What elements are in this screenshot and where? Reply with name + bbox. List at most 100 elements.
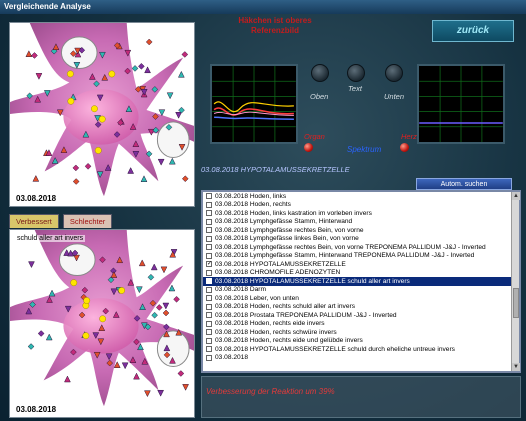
list-item-checkbox[interactable] — [206, 312, 212, 319]
list-item[interactable]: 03.08.2018 CHROMOFILE ADENOZYTEN — [203, 269, 513, 278]
oben-label: Oben — [310, 92, 329, 101]
list-item-checkbox[interactable] — [206, 269, 212, 276]
list-scrollbar[interactable]: ▲ ▼ — [511, 192, 520, 371]
list-item[interactable]: 03.08.2018 HYPOTALAMUSSEKRETZELLE schuld… — [203, 277, 513, 286]
oscilloscope-left — [210, 64, 298, 144]
cell-markers-top — [25, 38, 189, 185]
list-item-checkbox[interactable] — [206, 320, 212, 327]
oben-knob[interactable] — [311, 64, 329, 82]
bottom-image-date: 03.08.2018 — [16, 405, 57, 414]
hint-line-2: Referenzbild — [250, 26, 299, 35]
list-item[interactable]: 03.08.2018 Lymphgefässe Stamm, Hinterwan… — [203, 218, 513, 227]
herz-indicator-icon — [400, 143, 409, 152]
main-canvas: 03.08.2018 Verbessert Schlechter schuld … — [0, 14, 526, 421]
list-item[interactable]: 03.08.2018 Hoden, rechts schuld aller ar… — [203, 303, 513, 312]
reference-image-panel[interactable]: 03.08.2018 — [9, 22, 195, 207]
list-item-label: 03.08.2018 Hoden, rechts — [215, 201, 291, 209]
selected-item-label: 03.08.2018 HYPOTALAMUSSEKRETZELLE — [201, 165, 350, 174]
list-item-label: 03.08.2018 Lymphgefässe linkes Bein, von… — [215, 235, 359, 243]
list-item[interactable]: 03.08.2018 Hoden, rechts schwüre invers — [203, 328, 513, 337]
text-label: Text — [348, 84, 362, 93]
list-item-label: 03.08.2018 Darm — [215, 286, 266, 294]
organ-label: Organ — [304, 132, 325, 141]
list-item-checkbox[interactable] — [206, 227, 212, 234]
tab-verbessert[interactable]: Verbessert — [9, 214, 59, 228]
list-item-checkbox[interactable] — [206, 329, 212, 336]
list-item-checkbox[interactable] — [206, 201, 212, 208]
unten-label: Unten — [384, 92, 405, 101]
scroll-down-icon[interactable]: ▼ — [512, 363, 520, 371]
list-item-checkbox[interactable] — [206, 244, 212, 251]
list-item-label: 03.08.2018 Lymphgefässe Stamm, Hinterwan… — [215, 218, 353, 226]
list-item-label: 03.08.2018 Lymphgefässe rechtes Bein, vo… — [215, 243, 486, 251]
list-item-label: 03.08.2018 Hoden, links — [215, 192, 287, 200]
spektrum-label: Spektrum — [347, 145, 382, 154]
list-item-label: 03.08.2018 Lymphgefässe rechtes Bein, vo… — [215, 226, 364, 234]
analysis-list[interactable]: 03.08.2018 Hoden, links 03.08.2018 Hoden,… — [201, 190, 521, 373]
top-image-date: 03.08.2018 — [16, 194, 57, 203]
cell-markers-bottom — [25, 249, 189, 398]
organ-indicator-icon — [304, 143, 313, 152]
scroll-up-icon[interactable]: ▲ — [512, 192, 520, 200]
list-item-checkbox[interactable] — [206, 210, 212, 217]
list-item-label: 03.08.2018 HYPOTALAMUSSEKRETZELLE schuld… — [215, 345, 455, 353]
list-item-checkbox[interactable] — [206, 354, 212, 361]
window-title: Vergleichende Analyse — [0, 0, 526, 14]
list-item[interactable]: 03.08.2018 Prostata TREPONEMA PALLIDUM -… — [203, 311, 513, 320]
list-item[interactable]: 03.08.2018 Hoden, rechts — [203, 201, 513, 210]
list-item-checkbox[interactable]: ✓ — [206, 261, 212, 268]
result-text: Verbesserung der Reaktion um 39% — [206, 387, 335, 396]
list-item-checkbox[interactable] — [206, 278, 212, 285]
list-item-checkbox[interactable] — [206, 346, 212, 353]
list-item[interactable]: 03.08.2018 Hoden, rechts eide und gelübd… — [203, 337, 513, 346]
unten-knob[interactable] — [385, 64, 403, 82]
list-item[interactable]: 03.08.2018 Darm — [203, 286, 513, 295]
reference-hint: Häkchen ist oberes Referenzbild — [210, 16, 340, 36]
list-item[interactable]: 03.08.2018 Lymphgefässe rechtes Bein, vo… — [203, 243, 513, 252]
list-item-checkbox[interactable] — [206, 303, 212, 310]
oscilloscope-right — [417, 64, 505, 144]
list-item-checkbox[interactable] — [206, 286, 212, 293]
analysis-list-body: 03.08.2018 Hoden, links 03.08.2018 Hoden,… — [203, 192, 513, 371]
back-button[interactable]: zurück — [432, 20, 514, 42]
list-item-checkbox[interactable] — [206, 193, 212, 200]
list-item-label: 03.08.2018 Prostata TREPONEMA PALLIDUM -… — [215, 311, 397, 319]
comparison-image-panel[interactable]: schuld aller art invers 03.08.2018 — [9, 229, 195, 418]
herz-label: Herz — [401, 132, 417, 141]
oscilloscope-right-display — [419, 66, 503, 142]
list-item-label: 03.08.2018 Hoden, links kastration im vo… — [215, 209, 372, 217]
result-box: Verbesserung der Reaktion um 39% — [201, 376, 521, 418]
list-item[interactable]: 03.08.2018 Hoden, rechts eide invers — [203, 320, 513, 329]
auto-search-button[interactable]: Autom. suchen — [416, 178, 512, 190]
list-item[interactable]: 03.08.2018 Hoden, links kastration im vo… — [203, 209, 513, 218]
list-item[interactable]: 03.08.2018 Lymphgefässe rechtes Bein, vo… — [203, 226, 513, 235]
scroll-thumb[interactable] — [513, 288, 519, 318]
hint-line-1: Häkchen ist oberes — [238, 16, 312, 25]
list-item[interactable]: 03.08.2018 Hoden, links — [203, 192, 513, 201]
list-item[interactable]: ✓ 03.08.2018 HYPOTALAMUSSEKRETZELLE — [203, 260, 513, 269]
bottom-image-note: schuld aller art invers — [15, 235, 86, 242]
tab-schlechter[interactable]: Schlechter — [62, 214, 113, 228]
oscilloscope-left-display — [212, 66, 296, 142]
text-knob[interactable] — [347, 64, 365, 82]
list-item-checkbox[interactable] — [206, 295, 212, 302]
list-item[interactable]: 03.08.2018 — [203, 354, 513, 363]
list-item-label: 03.08.2018 Leber, von unten — [215, 294, 299, 302]
list-item-label: 03.08.2018 Hoden, rechts schwüre invers — [215, 328, 337, 336]
list-item-label: 03.08.2018 HYPOTALAMUSSEKRETZELLE schuld… — [215, 277, 410, 285]
list-item[interactable]: 03.08.2018 Lymphgefässe linkes Bein, von… — [203, 235, 513, 244]
list-item-label: 03.08.2018 Hoden, rechts schuld aller ar… — [215, 303, 356, 311]
list-item-label: 03.08.2018 HYPOTALAMUSSEKRETZELLE — [215, 260, 346, 268]
list-item-label: 03.08.2018 CHROMOFILE ADENOZYTEN — [215, 269, 341, 277]
list-item-checkbox[interactable] — [206, 337, 212, 344]
list-item[interactable]: 03.08.2018 HYPOTALAMUSSEKRETZELLE schuld… — [203, 345, 513, 354]
list-item[interactable]: 03.08.2018 Lymphgefässe Stamm, Hinterwan… — [203, 252, 513, 261]
list-item-label: 03.08.2018 — [215, 354, 249, 362]
list-item-checkbox[interactable] — [206, 235, 212, 242]
list-item-label: 03.08.2018 Hoden, rechts eide invers — [215, 320, 325, 328]
list-item-checkbox[interactable] — [206, 218, 212, 225]
list-item-label: 03.08.2018 Hoden, rechts eide und gelübd… — [215, 337, 363, 345]
list-item[interactable]: 03.08.2018 Leber, von unten — [203, 294, 513, 303]
list-item-label: 03.08.2018 Lymphgefässe Stamm, Hinterwan… — [215, 252, 475, 260]
list-item-checkbox[interactable] — [206, 252, 212, 259]
